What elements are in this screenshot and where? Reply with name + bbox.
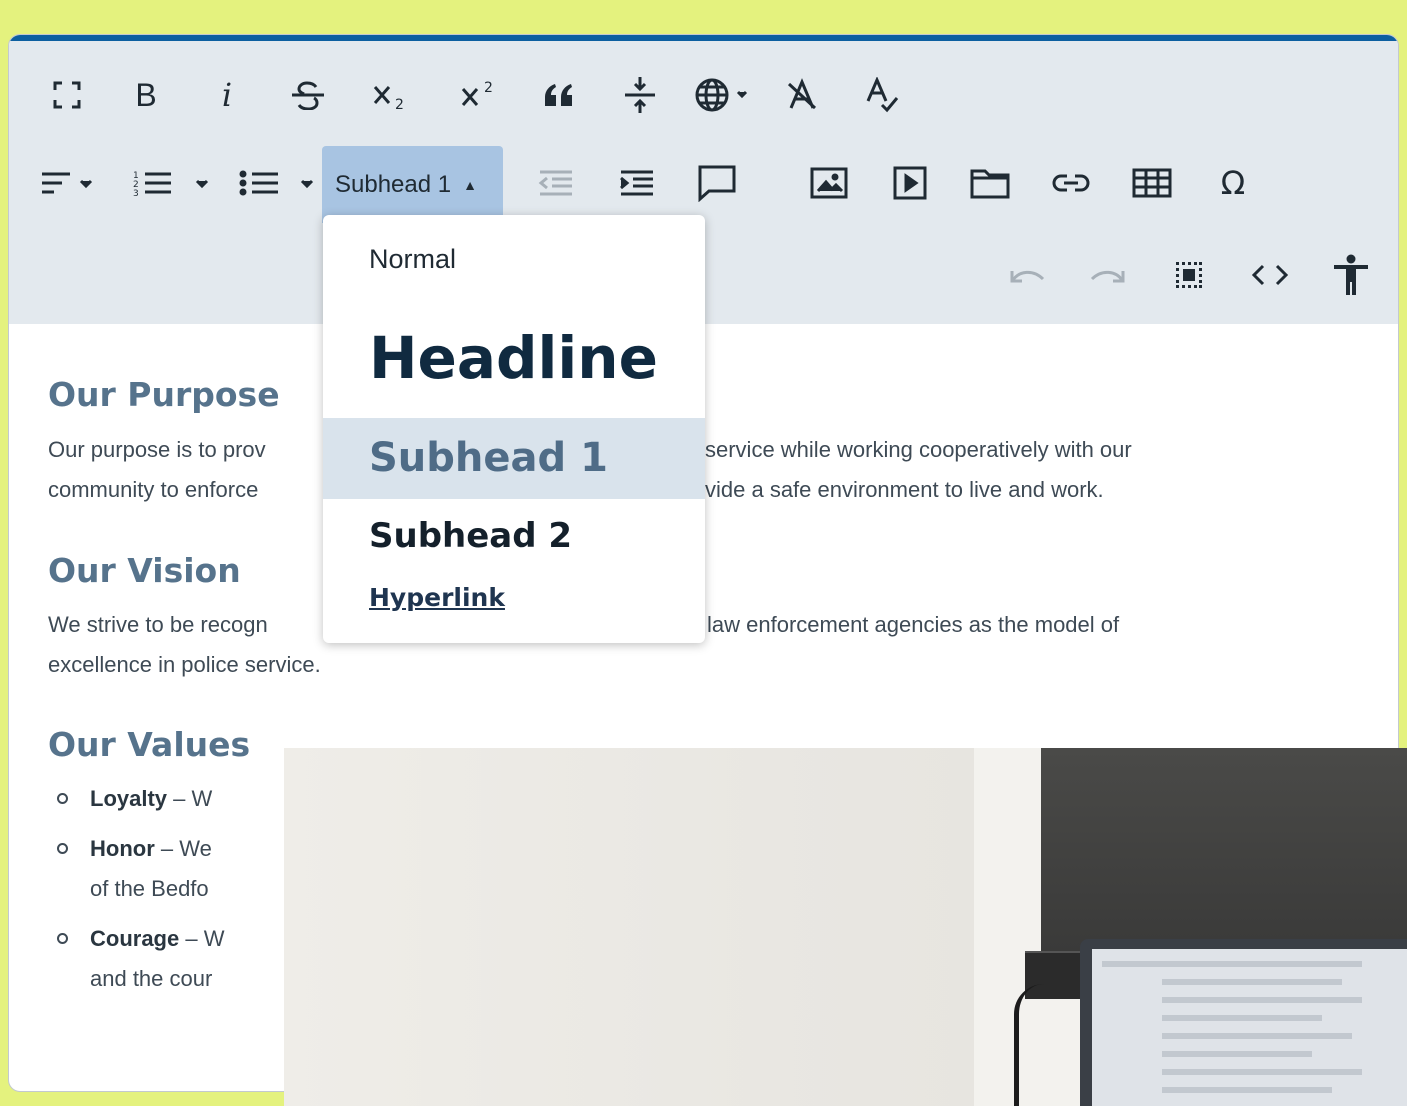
section-heading-values: Our Values — [48, 725, 251, 764]
svg-text:3: 3 — [133, 189, 139, 198]
source-code-icon[interactable] — [1246, 251, 1294, 299]
value-text-line2: of the Bedfo — [90, 876, 209, 901]
section-heading-vision: Our Vision — [48, 551, 241, 590]
vision-text-line2: excellence in police service. — [48, 652, 321, 677]
numbered-list-dropdown-icon[interactable]: 1 2 3 — [131, 159, 217, 207]
redo-icon[interactable] — [1084, 251, 1132, 299]
photo-laptop-screen — [1092, 949, 1407, 1106]
fullscreen-icon[interactable] — [43, 71, 91, 119]
purpose-text-line1-right: service while working cooperatively with… — [705, 437, 1132, 462]
horizontal-rule-icon[interactable] — [616, 71, 664, 119]
value-text-line2: and the cour — [90, 966, 213, 991]
special-character-icon[interactable]: Ω — [1209, 159, 1257, 207]
strikethrough-icon[interactable] — [284, 71, 332, 119]
indent-icon[interactable] — [612, 159, 660, 207]
paragraph-style-value: Subhead 1 — [335, 170, 452, 198]
style-option-normal[interactable]: Normal — [323, 235, 705, 283]
style-option-headline[interactable]: Headline — [323, 303, 705, 413]
bullet-icon — [57, 793, 68, 804]
insert-image-icon[interactable] — [805, 159, 853, 207]
bullet-icon — [57, 843, 68, 854]
clear-formatting-icon[interactable] — [778, 71, 826, 119]
select-all-icon[interactable] — [1165, 251, 1213, 299]
svg-text:2: 2 — [484, 80, 493, 96]
photo-monitor — [1041, 748, 1407, 953]
bold-button[interactable]: B — [122, 71, 170, 119]
insert-link-icon[interactable] — [1047, 159, 1095, 207]
purpose-text-line2-right: vide a safe environment to live and work… — [705, 477, 1104, 502]
value-text: – We — [154, 836, 212, 861]
value-text: – W — [167, 786, 213, 811]
bullet-icon — [57, 933, 68, 944]
style-option-subhead-1[interactable]: Subhead 1 — [323, 418, 705, 499]
spellcheck-icon[interactable] — [858, 71, 906, 119]
value-term: Honor — [90, 836, 155, 861]
list-item: Honor – We of the Bedfo — [49, 829, 224, 909]
section-heading-purpose: Our Purpose — [48, 375, 280, 414]
italic-button[interactable]: i — [203, 71, 251, 119]
folder-icon[interactable] — [966, 159, 1014, 207]
blockquote-icon[interactable] — [536, 71, 584, 119]
style-option-subhead-2[interactable]: Subhead 2 — [323, 501, 705, 571]
insert-video-icon[interactable] — [886, 159, 934, 207]
vision-text-line1-right: law enforcement agencies as the model of — [707, 612, 1120, 637]
paragraph-style-select[interactable]: Subhead 1 ▲ — [322, 146, 503, 223]
overlay-photo — [284, 748, 1407, 1106]
insert-table-icon[interactable] — [1128, 159, 1176, 207]
comment-icon[interactable] — [693, 159, 741, 207]
align-dropdown-icon[interactable] — [39, 159, 101, 207]
vision-text-line1-left: We strive to be recogn — [48, 612, 268, 637]
accessibility-icon[interactable] — [1327, 251, 1375, 299]
undo-icon[interactable] — [1003, 251, 1051, 299]
bullet-list-dropdown-icon[interactable] — [238, 159, 324, 207]
language-globe-icon[interactable] — [693, 71, 755, 119]
purpose-text-line2-left: community to enforce — [48, 477, 259, 502]
svg-text:2: 2 — [395, 97, 404, 111]
subscript-icon[interactable]: 2 — [366, 71, 414, 119]
caret-up-icon: ▲ — [463, 176, 477, 193]
value-text: – W — [179, 926, 225, 951]
value-term: Courage — [90, 926, 180, 951]
values-list: Loyalty – W Honor – We of the Bedfo Cour… — [49, 779, 224, 999]
purpose-text-line1-left: Our purpose is to prov — [48, 437, 266, 462]
list-item: Courage – W and the cour — [49, 919, 224, 999]
value-term: Loyalty — [90, 786, 168, 811]
superscript-icon[interactable]: 2 — [455, 71, 503, 119]
photo-wall — [284, 748, 1084, 1106]
photo-cable — [1014, 984, 1059, 1106]
list-item: Loyalty – W — [49, 779, 224, 819]
paragraph-style-dropdown: Normal Headline Subhead 1 Subhead 2 Hype… — [323, 215, 705, 643]
outdent-icon[interactable] — [531, 159, 579, 207]
style-option-hyperlink[interactable]: Hyperlink — [323, 575, 705, 621]
